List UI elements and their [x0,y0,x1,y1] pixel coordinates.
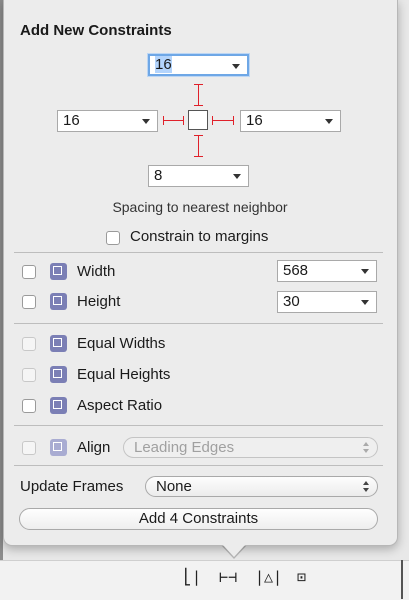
height-constraint-icon [50,293,67,310]
align-label: Align [77,439,111,456]
width-value: 568 [283,262,309,279]
updown-arrows-icon [363,442,369,453]
constrain-to-margins-label: Constrain to margins [130,228,269,245]
aspect-ratio-checkbox[interactable] [22,399,36,413]
top-spacing-value: 16 [155,56,172,73]
align-icon [50,439,67,456]
chevron-down-icon [361,300,369,305]
right-constraint-strut[interactable] [212,116,234,125]
separator [14,323,383,324]
bottom-constraint-strut[interactable] [194,135,203,157]
aspect-ratio-icon [50,397,67,414]
align-popup[interactable]: Leading Edges [123,437,378,458]
separator [14,465,383,466]
width-constraint-icon [50,263,67,280]
top-spacing-dropdown[interactable]: 16 [148,54,249,76]
width-label: Width [77,263,116,280]
view-placeholder [188,110,208,130]
popover-caret [222,544,246,557]
equal-heights-label: Equal Heights [77,366,171,383]
pin-icon[interactable]: ⊢⊣ [219,568,237,586]
height-value: 30 [283,293,300,310]
height-label: Height [77,293,121,310]
equal-widths-label: Equal Widths [77,335,166,352]
toolbar-divider [401,560,403,599]
equal-heights-checkbox[interactable] [22,368,36,382]
equal-heights-icon [50,366,67,383]
height-checkbox[interactable] [22,295,36,309]
spacing-caption: Spacing to nearest neighbor [112,199,288,215]
left-spacing-value: 16 [63,112,80,129]
bottom-spacing-dropdown[interactable]: 8 [148,165,249,187]
add-constraints-button[interactable]: Add 4 Constraints [19,508,378,530]
chevron-down-icon [361,269,369,274]
equal-widths-icon [50,335,67,352]
left-spacing-dropdown[interactable]: 16 [57,110,158,132]
constrain-to-margins-checkbox[interactable] [106,231,120,245]
align-checkbox[interactable] [22,441,36,455]
chevron-down-icon [232,64,240,69]
separator [14,425,383,426]
updown-arrows-icon [363,481,369,492]
popover-title: Add New Constraints [20,22,172,39]
right-spacing-value: 16 [246,112,263,129]
resizing-icon[interactable]: ⊡ [297,568,306,586]
canvas-toolbar [0,560,409,600]
align-icon[interactable]: ⎣| [183,568,201,586]
equal-widths-checkbox[interactable] [22,337,36,351]
height-value-dropdown[interactable]: 30 [277,291,377,313]
bottom-spacing-value: 8 [154,167,163,184]
update-frames-popup[interactable]: None [145,476,378,497]
align-value: Leading Edges [134,439,235,456]
chevron-down-icon [142,119,150,124]
resolve-icon[interactable]: |△| [255,568,282,586]
width-value-dropdown[interactable]: 568 [277,260,377,282]
chevron-down-icon [325,119,333,124]
update-frames-value: None [156,478,192,495]
top-constraint-strut[interactable] [194,84,203,106]
update-frames-label: Update Frames [20,478,124,495]
left-constraint-strut[interactable] [163,116,184,125]
chevron-down-icon [233,174,241,179]
separator [14,252,383,253]
aspect-ratio-label: Aspect Ratio [77,397,163,414]
right-spacing-dropdown[interactable]: 16 [240,110,341,132]
width-checkbox[interactable] [22,265,36,279]
